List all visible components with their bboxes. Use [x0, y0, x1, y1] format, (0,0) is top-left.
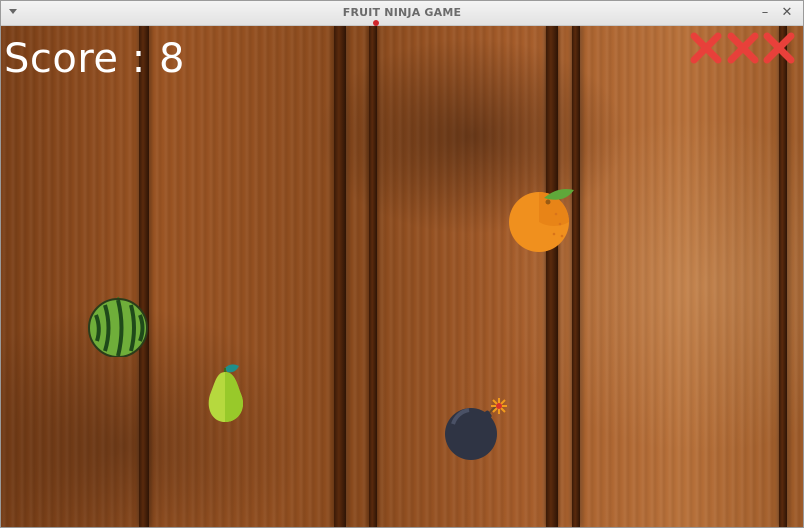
strikes-indicator — [690, 32, 795, 64]
plank-gap — [334, 26, 346, 527]
plank-gap — [139, 26, 149, 527]
bomb-icon[interactable] — [443, 394, 515, 464]
minimize-button[interactable]: – — [756, 4, 774, 22]
close-button[interactable]: ✕ — [778, 4, 796, 22]
plank-gap — [546, 26, 558, 527]
game-canvas[interactable]: Score : 8 — [1, 26, 803, 527]
window-title: FRUIT NINJA GAME — [342, 6, 462, 19]
plank-gap — [369, 26, 377, 527]
strike-x-icon — [727, 32, 759, 64]
score-label: Score : 8 — [4, 36, 185, 82]
pear-icon[interactable] — [201, 360, 253, 426]
strike-x-icon — [763, 32, 795, 64]
watermelon-icon[interactable] — [87, 293, 149, 357]
plank-gap — [572, 26, 580, 527]
plank-gap — [779, 26, 787, 527]
orange-icon[interactable] — [508, 186, 576, 254]
title-bar[interactable]: FRUIT NINJA GAME – ✕ — [1, 1, 803, 26]
game-window: FRUIT NINJA GAME – ✕ Score : 8 — [0, 0, 804, 528]
strike-x-icon — [690, 32, 722, 64]
